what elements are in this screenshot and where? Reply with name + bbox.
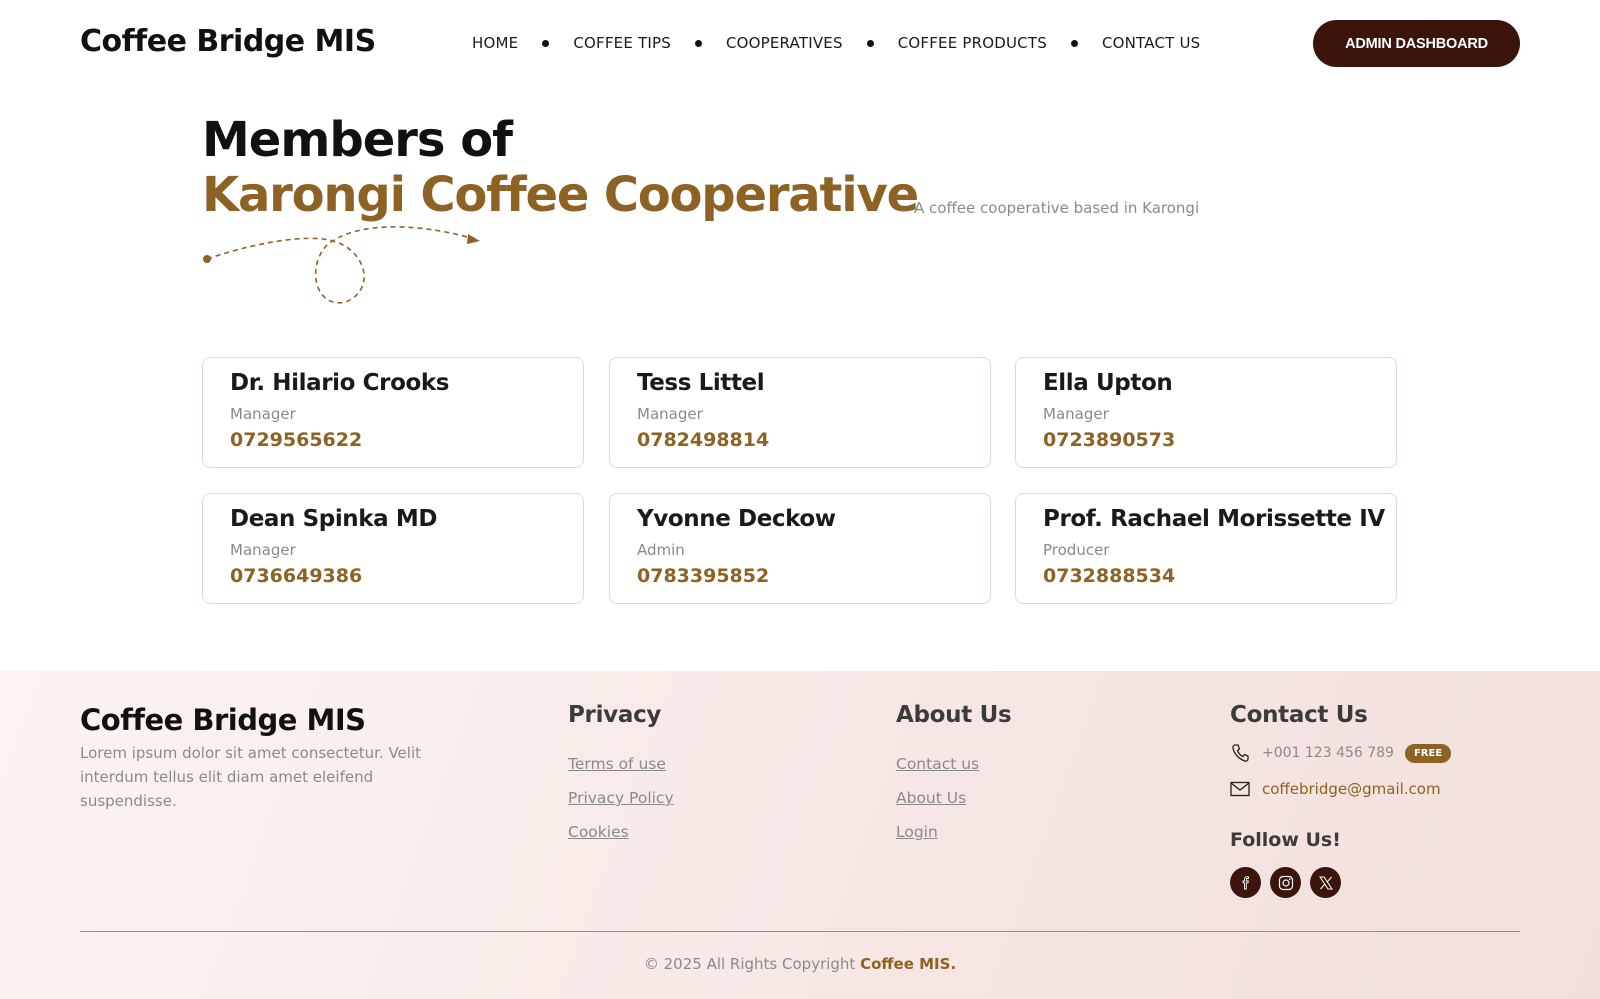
member-role: Manager xyxy=(637,405,703,423)
member-phone[interactable]: 0732888534 xyxy=(1043,565,1175,587)
member-role: Manager xyxy=(230,541,296,559)
member-phone[interactable]: 0783395852 xyxy=(637,565,769,587)
nav-separator xyxy=(1070,39,1078,47)
member-card[interactable]: Ella Upton Manager 0723890573 xyxy=(1015,357,1397,468)
site-logo[interactable]: Coffee Bridge MIS xyxy=(80,24,376,59)
facebook-icon[interactable] xyxy=(1230,867,1261,898)
admin-dashboard-button[interactable]: ADMIN DASHBOARD xyxy=(1313,20,1520,67)
copyright-text: © 2025 All Rights Copyright Coffee MIS. xyxy=(0,955,1600,973)
member-role: Producer xyxy=(1043,541,1110,559)
member-role: Admin xyxy=(637,541,685,559)
footer-link-privacy-policy[interactable]: Privacy Policy xyxy=(568,789,674,807)
nav-home[interactable]: HOME xyxy=(472,34,518,52)
contact-email[interactable]: coffebridge@gmail.com xyxy=(1262,780,1441,798)
member-role: Manager xyxy=(1043,405,1109,423)
member-phone[interactable]: 0729565622 xyxy=(230,429,362,451)
member-name: Prof. Rachael Morissette IV xyxy=(1043,506,1385,532)
member-card[interactable]: Dr. Hilario Crooks Manager 0729565622 xyxy=(202,357,584,468)
decorative-dashed-arrow xyxy=(203,226,480,304)
nav-cooperatives[interactable]: COOPERATIVES xyxy=(726,34,843,52)
member-phone[interactable]: 0736649386 xyxy=(230,565,362,587)
member-name: Yvonne Deckow xyxy=(637,506,836,532)
cooperative-description: A coffee cooperative based in Karongi xyxy=(914,199,1200,217)
footer-link-about-us[interactable]: About Us xyxy=(896,789,966,807)
instagram-icon[interactable] xyxy=(1270,867,1301,898)
free-badge: FREE xyxy=(1404,743,1452,763)
x-icon[interactable] xyxy=(1310,867,1341,898)
member-card[interactable]: Tess Littel Manager 0782498814 xyxy=(609,357,991,468)
contact-phone[interactable]: +001 123 456 789 xyxy=(1262,745,1394,761)
footer-description: Lorem ipsum dolor sit amet consectetur. … xyxy=(80,744,421,810)
footer-divider xyxy=(80,931,1520,932)
footer-link-contact-us[interactable]: Contact us xyxy=(896,755,979,773)
footer-link-login[interactable]: Login xyxy=(896,823,938,841)
site-footer: Coffee Bridge MIS Lorem ipsum dolor sit … xyxy=(0,671,1600,999)
footer-logo[interactable]: Coffee Bridge MIS xyxy=(80,703,366,737)
member-card[interactable]: Prof. Rachael Morissette IV Producer 073… xyxy=(1015,493,1397,604)
nav-separator xyxy=(866,39,874,47)
nav-coffee-tips[interactable]: COFFEE TIPS xyxy=(573,34,671,52)
nav-contact-us[interactable]: CONTACT US xyxy=(1102,34,1200,52)
follow-us-title: Follow Us! xyxy=(1230,829,1341,851)
copyright-brand: Coffee MIS. xyxy=(860,955,957,973)
member-role: Manager xyxy=(230,405,296,423)
mail-icon xyxy=(1230,779,1250,799)
member-name: Ella Upton xyxy=(1043,370,1173,396)
member-name: Dean Spinka MD xyxy=(230,506,438,532)
footer-contact-title: Contact Us xyxy=(1230,702,1368,728)
main-nav: HOME COFFEE TIPS COOPERATIVES COFFEE PRO… xyxy=(472,32,1200,54)
footer-about-title: About Us xyxy=(896,702,1012,728)
member-name: Tess Littel xyxy=(637,370,765,396)
contact-email-row: coffebridge@gmail.com xyxy=(1230,779,1441,799)
contact-phone-row: +001 123 456 789 FREE xyxy=(1230,743,1452,763)
member-card[interactable]: Dean Spinka MD Manager 0736649386 xyxy=(202,493,584,604)
nav-separator xyxy=(542,39,550,47)
footer-privacy-title: Privacy xyxy=(568,702,662,728)
page-title: Members of xyxy=(202,112,513,168)
nav-coffee-products[interactable]: COFFEE PRODUCTS xyxy=(898,34,1047,52)
copyright-prefix: © 2025 All Rights Copyright xyxy=(643,955,856,973)
phone-icon xyxy=(1230,743,1250,763)
member-name: Dr. Hilario Crooks xyxy=(230,370,450,396)
footer-link-terms[interactable]: Terms of use xyxy=(568,755,666,773)
nav-separator xyxy=(694,39,702,47)
member-phone[interactable]: 0782498814 xyxy=(637,429,769,451)
member-card[interactable]: Yvonne Deckow Admin 0783395852 xyxy=(609,493,991,604)
member-phone[interactable]: 0723890573 xyxy=(1043,429,1175,451)
site-header: Coffee Bridge MIS HOME COFFEE TIPS COOPE… xyxy=(0,0,1600,88)
footer-link-cookies[interactable]: Cookies xyxy=(568,823,629,841)
